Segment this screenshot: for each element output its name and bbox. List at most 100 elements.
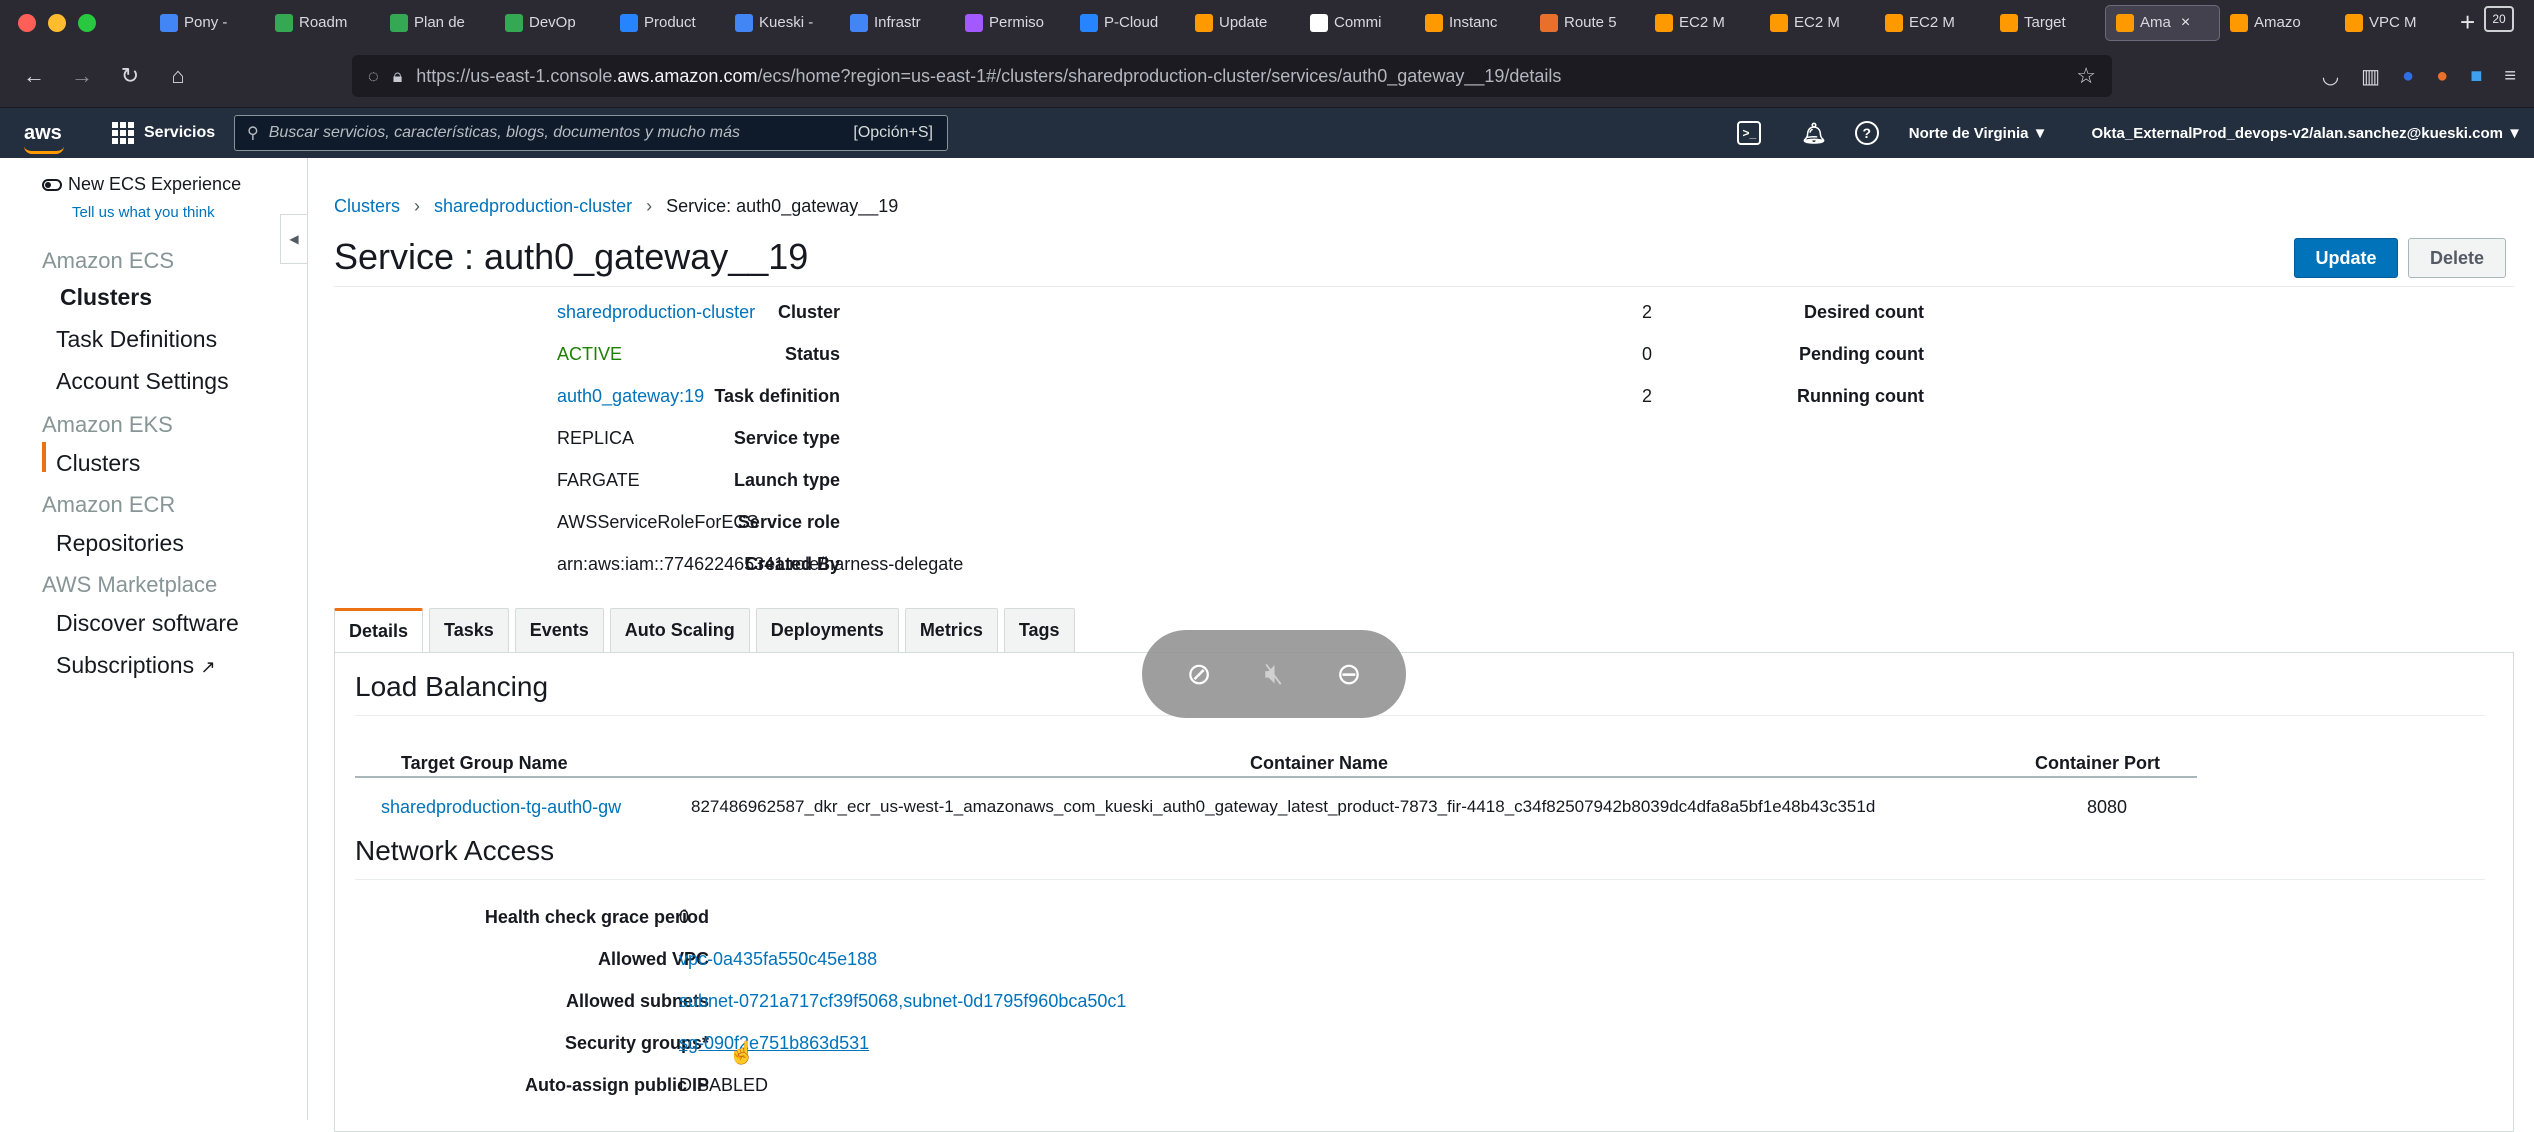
extension-badge-icon[interactable]: ■: [2470, 65, 2482, 88]
minimize-icon[interactable]: ⊖: [1336, 657, 1361, 692]
new-experience-label: New ECS Experience: [68, 174, 242, 194]
back-arrow-icon[interactable]: ←: [10, 63, 58, 89]
tab-details[interactable]: Details: [334, 608, 424, 652]
favicon-icon: [1655, 13, 1673, 32]
aws-search-input[interactable]: ⚲ Buscar servicios, características, blo…: [234, 115, 948, 151]
browser-tab[interactable]: Permiso: [955, 5, 1070, 41]
load-balancing-title: Load Balancing: [355, 671, 549, 702]
task-definition-link[interactable]: auth0_gateway:19: [557, 386, 704, 407]
minimize-window-button[interactable]: [48, 13, 66, 32]
notifications-bell-icon[interactable]: 🔔︎: [1801, 121, 1826, 146]
region-selector[interactable]: Norte de Virginia ▼: [1909, 125, 2048, 142]
browser-tab[interactable]: Commi: [1300, 5, 1415, 41]
sidebar-item-repositories[interactable]: Repositories: [56, 530, 184, 557]
mute-icon[interactable]: 🔇︎: [1265, 657, 1284, 691]
grid-icon: [112, 122, 134, 144]
zoom-window-button[interactable]: [78, 13, 96, 32]
browser-tab[interactable]: Update: [1185, 5, 1300, 41]
browser-tab-title: Update: [1219, 14, 1268, 31]
reload-icon[interactable]: ↻: [106, 63, 154, 89]
breadcrumb-separator: ›: [414, 196, 421, 216]
home-icon[interactable]: ⌂: [154, 63, 202, 89]
close-tab-icon[interactable]: ×: [2181, 14, 2190, 32]
browser-tab[interactable]: Kueski -: [725, 5, 840, 41]
divider: [355, 879, 2485, 880]
desired-count-value: 2: [1642, 302, 1653, 322]
tab-metrics[interactable]: Metrics: [904, 608, 998, 652]
tab-count-badge[interactable]: 20: [2484, 6, 2514, 32]
sidebar-item-discover-software[interactable]: Discover software: [56, 610, 239, 637]
tab-auto-scaling[interactable]: Auto Scaling: [609, 608, 750, 652]
browser-tab[interactable]: DevOp: [495, 5, 610, 41]
search-placeholder: Buscar servicios, características, blogs…: [268, 124, 741, 141]
browser-tab[interactable]: Roadm: [265, 5, 380, 41]
sidebar-item-eks-clusters[interactable]: Clusters: [56, 450, 140, 477]
target-group-link[interactable]: sharedproduction-tg-auth0-gw: [381, 797, 621, 818]
sidebar-item-clusters[interactable]: Clusters: [60, 284, 152, 311]
browser-tab[interactable]: Plan de: [380, 5, 495, 41]
update-button[interactable]: Update: [2294, 238, 2398, 278]
browser-tab[interactable]: EC2 M: [1875, 5, 1990, 41]
pocket-icon[interactable]: ◡: [2322, 64, 2339, 89]
services-menu-button[interactable]: Servicios: [112, 122, 215, 144]
forward-arrow-icon[interactable]: →: [58, 63, 106, 89]
service-type-value: REPLICA: [557, 428, 635, 448]
browser-tab[interactable]: EC2 M: [1645, 5, 1760, 41]
browser-tab[interactable]: EC2 M: [1760, 5, 1875, 41]
browser-tab[interactable]: Ama ×: [2105, 4, 2220, 41]
main-content: Clusters › sharedproduction-cluster › Servic…: [308, 158, 2534, 1132]
tab-tags[interactable]: Tags: [1003, 608, 1075, 652]
browser-tab-title: Ama: [2140, 14, 2171, 31]
browser-tab-title: EC2 M: [1909, 14, 1955, 31]
sidebar-item-account-settings[interactable]: Account Settings: [56, 368, 229, 395]
close-window-button[interactable]: [18, 13, 36, 32]
sidebar-item-task-definitions[interactable]: Task Definitions: [56, 326, 217, 353]
browser-tab[interactable]: Infrastr: [840, 5, 955, 41]
window-controls: [0, 13, 150, 32]
cluster-link[interactable]: sharedproduction-cluster: [557, 302, 755, 323]
browser-tab[interactable]: Product: [610, 5, 725, 41]
breadcrumb-cluster[interactable]: sharedproduction-cluster: [434, 196, 632, 216]
browser-tab[interactable]: VPC M: [2335, 5, 2450, 41]
aws-logo[interactable]: aws: [0, 122, 70, 154]
cloudshell-icon[interactable]: >_: [1737, 121, 1762, 145]
browser-tab[interactable]: Pony -: [150, 5, 265, 41]
new-tab-button[interactable]: +: [2460, 7, 2475, 38]
page-title: Service : auth0_gateway__19: [334, 236, 809, 277]
menu-icon[interactable]: ≡: [2504, 65, 2516, 88]
toggle-icon[interactable]: [42, 179, 62, 192]
browser-tab[interactable]: Target: [1990, 5, 2105, 41]
favicon-icon: [2000, 13, 2018, 32]
tab-tasks[interactable]: Tasks: [429, 608, 509, 652]
browser-tab[interactable]: Instanc: [1415, 5, 1530, 41]
url-bar[interactable]: ◌ 🔒︎ https://us-east-1.console. aws.amazo…: [352, 55, 2112, 97]
feedback-link[interactable]: Tell us what you think: [72, 204, 215, 221]
extension-orange-icon[interactable]: ●: [2436, 65, 2448, 88]
help-icon[interactable]: ?: [1854, 121, 1879, 145]
allowed-subnets-link[interactable]: subnet-0721a717cf39f5068,subnet-0d1795f9…: [679, 991, 1126, 1012]
collapse-sidebar-button[interactable]: ◀: [280, 214, 308, 264]
sidebar-icon[interactable]: ▥: [2361, 64, 2380, 89]
sidebar-item-subscriptions[interactable]: Subscriptions ↗: [56, 652, 216, 679]
unpin-icon[interactable]: ⊘: [1186, 657, 1211, 692]
breadcrumb-clusters[interactable]: Clusters: [334, 196, 400, 216]
security-group-link[interactable]: sg-090f2e751b863d531: [679, 1033, 869, 1054]
allowed-vpc-link[interactable]: vpc-0a435fa550c45e188: [679, 949, 877, 970]
bookmark-star-icon[interactable]: ☆: [2076, 63, 2096, 89]
delete-button[interactable]: Delete: [2408, 238, 2506, 278]
favicon-icon: [620, 13, 638, 32]
browser-tab-title: Target: [2024, 14, 2066, 31]
browser-tab[interactable]: P-Cloud: [1070, 5, 1185, 41]
account-menu[interactable]: Okta_ExternalProd_devops-v2/alan.sanchez…: [2092, 125, 2522, 142]
launch-type-label: Launch type: [733, 470, 840, 490]
tab-events[interactable]: Events: [514, 608, 604, 652]
favicon-icon: [1080, 13, 1098, 32]
new-experience-toggle[interactable]: New ECS Experience: [42, 174, 241, 195]
browser-tab[interactable]: Amazo: [2220, 5, 2335, 41]
tab-deployments[interactable]: Deployments: [755, 608, 899, 652]
extension-blue-icon[interactable]: ●: [2402, 65, 2414, 88]
status-value: ACTIVE: [557, 344, 623, 364]
services-label: Servicios: [144, 124, 216, 141]
browser-tab[interactable]: Route 5: [1530, 5, 1645, 41]
pending-count-label: Pending count: [1799, 344, 1924, 364]
